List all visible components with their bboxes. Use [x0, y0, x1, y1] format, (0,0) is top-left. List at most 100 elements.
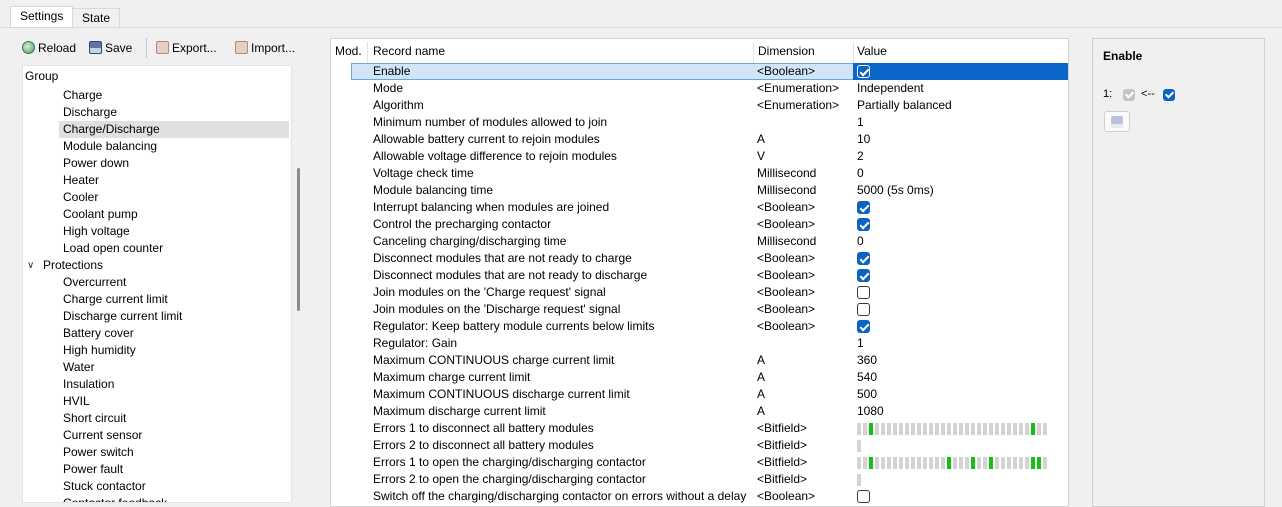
bit-cell[interactable]: [875, 423, 879, 435]
record-value[interactable]: 5000 (5s 0ms): [857, 182, 934, 199]
column-divider[interactable]: [853, 42, 854, 63]
bit-cell[interactable]: [1013, 457, 1017, 469]
tree-item[interactable]: Load open counter: [59, 240, 163, 257]
bit-cell[interactable]: [959, 423, 963, 435]
value-checkbox[interactable]: [857, 201, 870, 214]
table-row[interactable]: Control the precharging contactor <Boolea…: [331, 216, 1068, 233]
table-row[interactable]: Allowable battery current to rejoin modu…: [331, 131, 1068, 148]
table-row[interactable]: Interrupt balancing when modules are joi…: [331, 199, 1068, 216]
table-row[interactable]: Mode <Enumeration> Independent: [331, 80, 1068, 97]
bit-cell[interactable]: [989, 423, 993, 435]
bit-cell[interactable]: [1043, 423, 1047, 435]
bit-cell[interactable]: [983, 423, 987, 435]
bit-cell[interactable]: [1025, 457, 1029, 469]
record-value[interactable]: 0: [857, 165, 864, 182]
tree-item[interactable]: Insulation: [59, 376, 114, 393]
reload-button[interactable]: Reload: [22, 38, 76, 58]
bit-cell[interactable]: [857, 457, 861, 469]
bit-cell[interactable]: [887, 457, 891, 469]
record-value[interactable]: 500: [857, 386, 877, 403]
table-row[interactable]: Errors 1 to open the charging/dischargin…: [331, 454, 1068, 471]
bit-cell[interactable]: [995, 423, 999, 435]
record-value[interactable]: 1: [857, 335, 864, 352]
table-row[interactable]: Errors 2 to disconnect all battery modul…: [331, 437, 1068, 454]
bit-cell[interactable]: [1013, 423, 1017, 435]
table-row[interactable]: Join modules on the 'Discharge request' …: [331, 301, 1068, 318]
tab-settings[interactable]: Settings: [10, 6, 74, 28]
bit-cell[interactable]: [881, 423, 885, 435]
bit-cell[interactable]: [857, 474, 861, 486]
table-row[interactable]: Algorithm <Enumeration> Partially balanced: [331, 97, 1068, 114]
tree-item[interactable]: High humidity: [59, 342, 136, 359]
table-row[interactable]: Minimum number of modules allowed to joi…: [331, 114, 1068, 131]
bit-cell[interactable]: [965, 423, 969, 435]
bit-cell[interactable]: [977, 457, 981, 469]
bit-cell[interactable]: [965, 457, 969, 469]
table-row[interactable]: Canceling charging/discharging time Milli…: [331, 233, 1068, 250]
bit-cell[interactable]: [881, 457, 885, 469]
column-header-dimension[interactable]: Dimension: [758, 44, 815, 59]
column-header-mod[interactable]: Mod.: [335, 44, 362, 59]
bit-cell[interactable]: [923, 423, 927, 435]
bit-cell[interactable]: [875, 457, 879, 469]
table-row[interactable]: Maximum CONTINUOUS charge current limit A…: [331, 352, 1068, 369]
tree-item[interactable]: Power fault: [59, 461, 123, 478]
bit-cell[interactable]: [935, 457, 939, 469]
bit-cell[interactable]: [1007, 457, 1011, 469]
bit-cell[interactable]: [911, 423, 915, 435]
bit-cell[interactable]: [995, 457, 999, 469]
record-value[interactable]: 360: [857, 352, 877, 369]
bit-cell[interactable]: [899, 457, 903, 469]
bit-cell[interactable]: [1037, 457, 1041, 469]
detail-save-button[interactable]: [1104, 111, 1130, 132]
tree-item[interactable]: Current sensor: [59, 427, 142, 444]
table-row[interactable]: Maximum charge current limit A 540: [331, 369, 1068, 386]
table-row[interactable]: Enable <Boolean>: [331, 63, 1068, 80]
tab-state[interactable]: State: [72, 8, 121, 27]
table-row[interactable]: Join modules on the 'Charge request' sig…: [331, 284, 1068, 301]
value-checkbox[interactable]: [1163, 89, 1175, 101]
value-checkbox[interactable]: [857, 286, 870, 299]
bit-cell[interactable]: [989, 457, 993, 469]
record-value[interactable]: 10: [857, 131, 870, 148]
bit-cell[interactable]: [953, 423, 957, 435]
tree-root-group[interactable]: Group: [25, 68, 58, 85]
bit-cell[interactable]: [863, 423, 867, 435]
table-row[interactable]: Disconnect modules that are not ready to…: [331, 267, 1068, 284]
tree-item[interactable]: Water: [59, 359, 95, 376]
bit-cell[interactable]: [887, 423, 891, 435]
bit-cell[interactable]: [869, 457, 873, 469]
bit-cell[interactable]: [929, 423, 933, 435]
tree-item[interactable]: Overcurrent: [59, 274, 126, 291]
bit-cell[interactable]: [857, 440, 861, 452]
bit-cell[interactable]: [905, 423, 909, 435]
bit-cell[interactable]: [971, 423, 975, 435]
bit-cell[interactable]: [1001, 457, 1005, 469]
save-button[interactable]: Save: [89, 38, 132, 58]
bit-cell[interactable]: [977, 423, 981, 435]
table-row[interactable]: Disconnect modules that are not ready to…: [331, 250, 1068, 267]
record-value[interactable]: Independent: [857, 80, 924, 97]
expand-chevron-icon[interactable]: ∨: [27, 257, 37, 274]
bit-cell[interactable]: [959, 457, 963, 469]
table-row[interactable]: Regulator: Gain 1: [331, 335, 1068, 352]
bit-cell[interactable]: [941, 457, 945, 469]
bit-cell[interactable]: [857, 423, 861, 435]
table-row[interactable]: Errors 2 to open the charging/dischargin…: [331, 471, 1068, 488]
bit-cell[interactable]: [935, 423, 939, 435]
bit-cell[interactable]: [929, 457, 933, 469]
value-checkbox[interactable]: [857, 65, 870, 78]
value-checkbox[interactable]: [857, 320, 870, 333]
bit-cell[interactable]: [917, 457, 921, 469]
table-row[interactable]: Regulator: Keep battery module currents …: [331, 318, 1068, 335]
record-value[interactable]: 540: [857, 369, 877, 386]
bit-cell[interactable]: [1031, 423, 1035, 435]
bit-cell[interactable]: [1037, 423, 1041, 435]
tree-scrollbar[interactable]: [297, 168, 300, 311]
value-checkbox[interactable]: [857, 303, 870, 316]
bit-cell[interactable]: [1001, 423, 1005, 435]
tree-item[interactable]: Stuck contactor: [59, 478, 146, 495]
tree-item[interactable]: ∨ Protections: [23, 257, 289, 274]
bit-cell[interactable]: [893, 423, 897, 435]
bit-cell[interactable]: [1025, 423, 1029, 435]
